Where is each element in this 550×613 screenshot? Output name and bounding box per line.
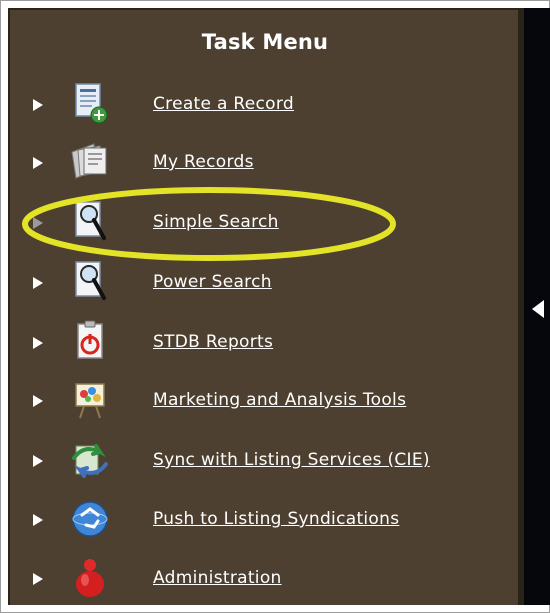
- expand-triangle-icon[interactable]: [33, 514, 43, 526]
- menu-item-power-search[interactable]: Power Search: [0, 260, 520, 310]
- menu-item-administration[interactable]: Administration: [0, 556, 520, 606]
- admin-red-icon: [76, 559, 104, 597]
- menu-item-label[interactable]: Marketing and Analysis Tools: [153, 390, 406, 410]
- expand-triangle-icon[interactable]: [33, 277, 43, 289]
- expand-triangle-icon[interactable]: [33, 337, 43, 349]
- menu-item-label[interactable]: Administration: [153, 568, 282, 588]
- menu-item-label[interactable]: Power Search: [153, 272, 272, 292]
- menu-item-label[interactable]: Create a Record: [153, 94, 294, 114]
- records-stack-icon: [71, 143, 107, 179]
- task-menu-title: Task Menu: [201, 30, 329, 54]
- document-add-icon: [75, 83, 108, 124]
- search-document-icon: [75, 261, 106, 300]
- menu-item-sync-listing-services[interactable]: Sync with Listing Services (CIE): [0, 438, 520, 488]
- analysis-board-icon: [75, 383, 105, 419]
- highlight-circle-annotation: [22, 187, 396, 261]
- globe-recycle-icon: [72, 501, 108, 537]
- menu-item-marketing-analysis[interactable]: Marketing and Analysis Tools: [0, 378, 520, 428]
- collapse-arrow-icon[interactable]: [532, 300, 544, 318]
- report-chart-icon: [77, 320, 103, 359]
- menu-item-label[interactable]: My Records: [153, 152, 254, 172]
- expand-triangle-icon[interactable]: [33, 573, 43, 585]
- expand-triangle-icon[interactable]: [33, 157, 43, 169]
- menu-item-my-records[interactable]: My Records: [0, 140, 520, 190]
- expand-triangle-icon[interactable]: [33, 99, 43, 111]
- expand-triangle-icon[interactable]: [33, 395, 43, 407]
- expand-triangle-icon[interactable]: [33, 455, 43, 467]
- menu-item-label[interactable]: Push to Listing Syndications: [153, 509, 399, 529]
- menu-item-label[interactable]: Sync with Listing Services (CIE): [153, 450, 430, 470]
- sync-arrows-icon: [72, 444, 108, 478]
- menu-item-label[interactable]: STDB Reports: [153, 332, 273, 352]
- menu-item-stdb-reports[interactable]: STDB Reports: [0, 320, 520, 370]
- menu-item-create-record[interactable]: Create a Record: [0, 82, 520, 132]
- menu-item-push-syndications[interactable]: Push to Listing Syndications: [0, 497, 520, 547]
